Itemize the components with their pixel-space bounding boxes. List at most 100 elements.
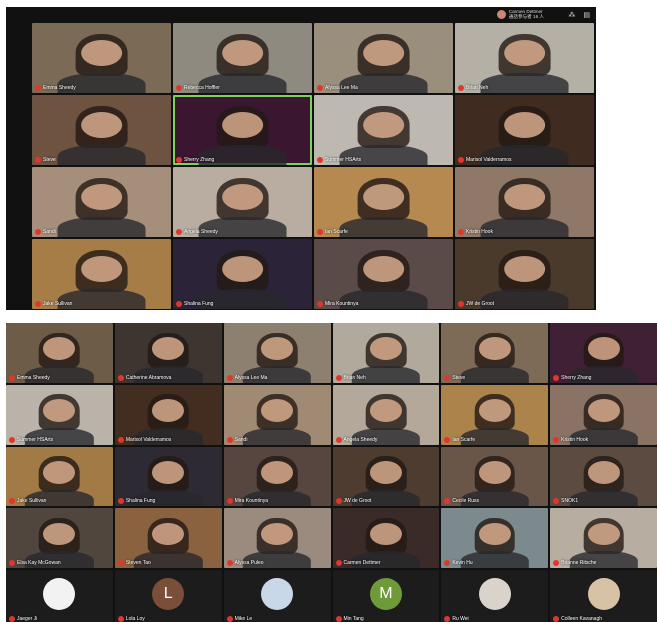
audio-only-participant[interactable]: Mike Le [223,570,331,622]
participant-video-tile[interactable]: Cecile Russ [441,446,549,507]
participant-video-tile[interactable]: Marisol Valderramos [455,95,594,165]
participant-video-tile[interactable]: Kristin Hook [455,167,594,237]
participant-video-tile[interactable]: Brian Neh [455,23,594,93]
participant-name: Ian Scarfe [452,436,476,443]
participant-video-tile[interactable]: Steve [441,323,549,383]
participant-torso [242,427,312,445]
participant-video-tile[interactable]: Sandi [32,167,171,237]
participant-head [369,399,402,422]
participant-label: Jake Sullivan [35,301,72,307]
participant-label: Jake Sullivan [9,498,47,505]
participant-video-tile[interactable]: Marisol Valderramos [114,384,222,445]
participant-video-tile[interactable]: Alyssa Lee Ma [314,23,453,93]
participant-label: Elsa Kay McGowan [9,560,61,566]
participant-video-tile[interactable]: Rebecca Hoffler [173,23,312,93]
participant-video-tile[interactable]: Emma Sheedy [6,323,113,383]
participant-video-tile[interactable]: Carmen Dettmer [332,508,440,568]
participant-video-tile[interactable]: Kristin Hook [550,384,657,445]
participant-head [152,337,185,361]
participant-video-tile[interactable]: Emma Sheedy [32,23,171,93]
mic-muted-icon [226,374,233,381]
participant-head [478,460,511,484]
audio-only-participant[interactable]: Ru Wei [441,570,549,622]
mic-muted-icon [444,560,451,566]
participant-video-tile[interactable]: JW de Groot [332,446,440,507]
participant-name: Sandi [43,229,56,235]
participant-video-tile[interactable]: Sandi [223,384,331,445]
participant-video-tile[interactable]: Ian Scarfe [314,167,453,237]
mic-muted-icon [553,374,560,381]
participant-video-tile[interactable]: Elsa Kay McGowan [6,508,113,568]
participant-label: Brianne Ritsche [553,560,596,566]
participant-video-tile[interactable]: Alyssa Puleo [223,508,331,568]
participant-label: Emma Sheedy [35,85,76,91]
participant-head [478,399,511,422]
participant-head [221,183,264,211]
audio-only-participant[interactable]: Colleen Kavanagh [550,570,657,622]
participant-label: Marisol Valderramos [458,157,511,163]
audio-only-participant[interactable]: Jaeger Ji [6,570,113,622]
video-call-screenshot-top: Carmen Dettmer 通話参与者 16 人 ⁂ ▤ Emma Sheed… [6,7,596,310]
participant-head [43,399,76,422]
participant-video-tile[interactable]: JW de Groot [455,239,594,309]
participant-video-tile[interactable]: Catherine Abramova [114,323,222,383]
video-call-screenshot-bottom: Emma Sheedy Catherine Abramova Alyssa Lee … [6,323,657,622]
participant-video-tile[interactable]: Summer HSArts [6,384,113,445]
participant-video-tile[interactable]: Brian Neh [332,323,440,383]
participant-head [362,255,405,283]
participants-icon[interactable]: ⁂ [568,11,575,19]
participant-head [587,337,620,361]
participant-label: Kristin Hook [553,436,589,443]
participant-video-tile[interactable]: Jake Sullivan [6,446,113,507]
participant-name: Colleen Kavanagh [561,616,603,622]
participant-label: Ru Wei [444,616,469,622]
audio-only-participant[interactable]: L Lola Loy [114,570,222,622]
mic-muted-icon [117,374,124,381]
mic-muted-icon [553,560,560,566]
mic-muted-icon [117,616,124,622]
participant-video-tile[interactable]: Brianne Ritsche [550,508,657,568]
participant-video-tile[interactable]: Sherry Zhang [173,95,312,165]
chat-icon[interactable]: ▤ [583,11,590,19]
participant-label: Sherry Zhang [553,374,591,381]
participant-video-tile[interactable]: Jake Sullivan [32,239,171,309]
participant-label: Ian Scarfe [317,229,348,235]
participant-video-tile[interactable]: Mira Kountinya [314,239,453,309]
mic-muted-icon [317,301,323,307]
participant-name: Brian Neh [466,85,489,91]
participant-name: Kristin Hook [466,229,493,235]
participant-video-tile[interactable]: Angela Sheedy [332,384,440,445]
mic-muted-icon [553,616,560,622]
mic-muted-icon [117,498,124,505]
mic-muted-icon [458,301,464,307]
participant-label: Sandi [226,436,247,443]
audio-only-participant[interactable]: M Min Tang [332,570,440,622]
participant-video-tile[interactable]: Steve [32,95,171,165]
participant-video-tile[interactable]: Sherry Zhang [550,323,657,383]
participant-avatar [43,578,76,610]
participant-name: Jake Sullivan [43,301,73,307]
participant-video-tile[interactable]: SNOK1 [550,446,657,507]
participant-video-tile[interactable]: Shalina Fung [173,239,312,309]
mic-muted-icon [176,85,182,91]
participant-video-tile[interactable]: Angela Sheedy [173,167,312,237]
participant-label: SNOK1 [553,498,578,505]
participant-avatar [478,578,511,610]
participant-video-tile[interactable]: Steven Tao [114,508,222,568]
avatar-strip: Jaeger Ji L Lola Loy Mike Le M Min Tang Ru Wei… [6,570,657,622]
mic-muted-icon [35,301,41,307]
participant-name: Kristin Hook [561,436,589,443]
participant-video-tile[interactable]: Summer HSArts [314,95,453,165]
participant-name: Jake Sullivan [17,498,47,505]
participant-video-tile[interactable]: Alyssa Lee Ma [223,323,331,383]
participant-video-tile[interactable]: Kevin Hu [441,508,549,568]
participant-video-tile[interactable]: Mira Kountinya [223,446,331,507]
participant-name: Steven Tao [125,560,151,566]
mic-muted-icon [317,229,323,235]
mic-muted-icon [553,498,560,505]
participant-head [369,337,402,361]
participant-head [503,183,546,211]
participant-name: Alyssa Lee Ma [325,85,358,91]
participant-video-tile[interactable]: Shalina Fung [114,446,222,507]
participant-video-tile[interactable]: Ian Scarfe [441,384,549,445]
